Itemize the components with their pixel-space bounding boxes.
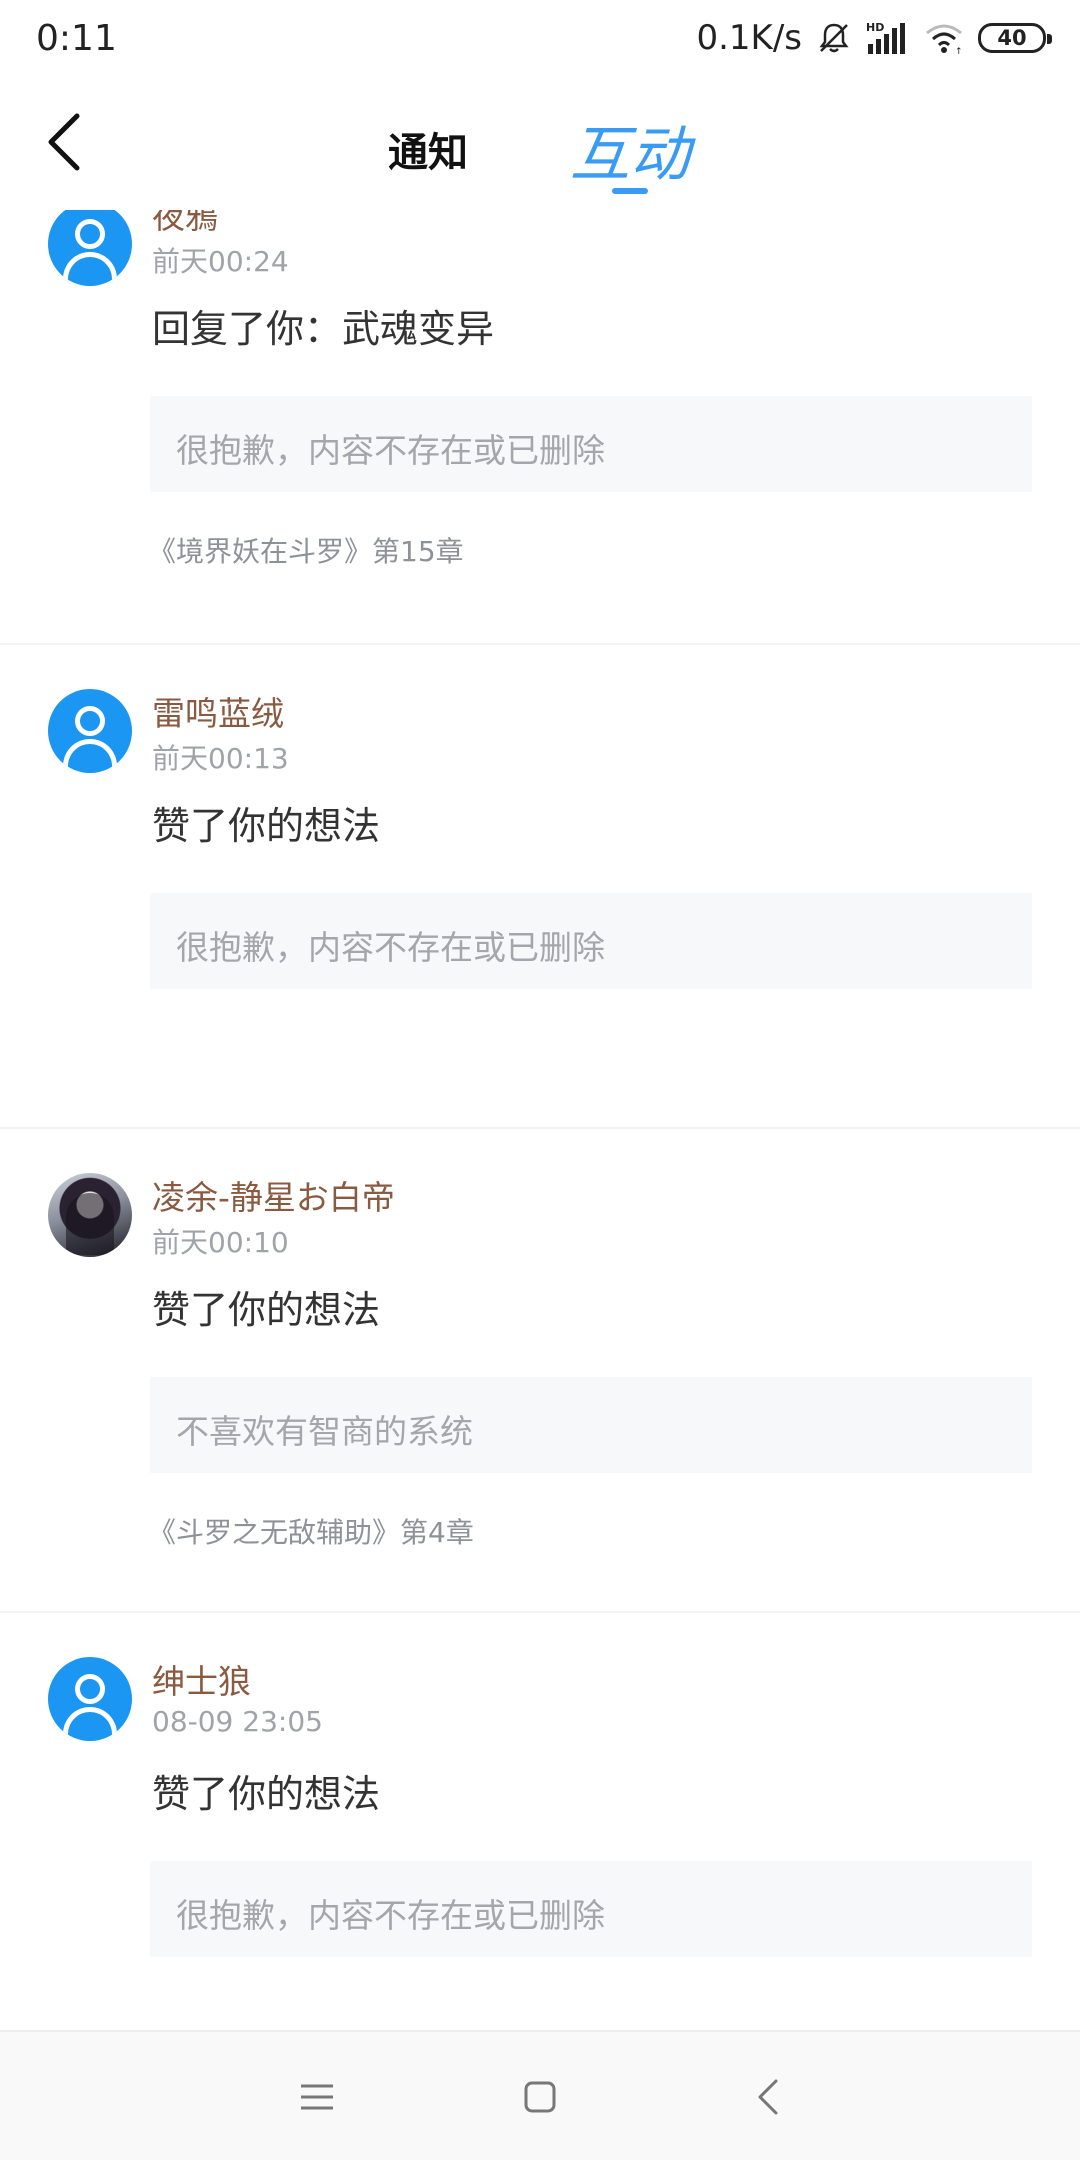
list-item[interactable]: 绅士狼 08-09 23:05 赞了你的想法 很抱歉，内容不存在或已删除 [0,1613,1080,2030]
user-icon-body [63,739,117,773]
username[interactable]: 绅士狼 [152,1655,251,1703]
username[interactable]: 凌余-静星お白帝 [152,1171,395,1219]
notification-list[interactable]: 夜鴉 前天00:24 回复了你：武魂变异 很抱歉，内容不存在或已删除 《境界妖在… [0,210,1080,2030]
timestamp: 前天00:13 [152,742,289,775]
active-tab-indicator [612,188,648,194]
menu-icon [301,2084,333,2110]
quote-text: 很抱歉，内容不存在或已删除 [176,1896,605,1935]
username[interactable]: 夜鴉 [152,210,218,238]
quote-text: 很抱歉，内容不存在或已删除 [176,431,605,470]
avatar[interactable] [48,210,132,286]
menu-button[interactable] [287,2067,347,2127]
network-speed: 0.1K/s [696,18,802,58]
back-arrow-icon [758,2079,778,2115]
chevron-left-icon [48,113,80,171]
list-item[interactable]: 雷鸣蓝绒 前天00:13 赞了你的想法 很抱歉，内容不存在或已删除 [0,645,1080,1129]
quote-text: 不喜欢有智商的系统 [176,1412,473,1451]
tab-interact[interactable]: 互动 [570,106,690,193]
svg-text:HD: HD [866,21,884,34]
action-text: 赞了你的想法 [152,804,381,848]
status-bar: 0:11 0.1K/s HD ↑ 40 [0,0,1080,80]
user-icon-body [63,252,117,286]
quoted-content[interactable]: 很抱歉，内容不存在或已删除 [150,1861,1032,1957]
user-icon-body [63,1707,117,1741]
avatar[interactable] [48,1657,132,1741]
avatar[interactable] [48,689,132,773]
timestamp: 前天00:24 [152,245,289,278]
source-link[interactable]: 《斗罗之无敌辅助》第4章 [148,1511,474,1551]
wifi-icon: ↑ [926,24,963,55]
quoted-content[interactable]: 很抱歉，内容不存在或已删除 [150,893,1032,989]
avatar[interactable] [48,1173,132,1257]
back-button[interactable] [30,102,100,182]
source-link[interactable]: 《境界妖在斗罗》第15章 [148,530,464,570]
svg-text:↑: ↑ [955,47,963,55]
timestamp: 前天00:10 [152,1226,289,1259]
home-button[interactable] [510,2067,570,2127]
system-back-button[interactable] [738,2067,798,2127]
hd-signal-icon: HD [866,21,905,54]
user-icon [75,219,105,249]
status-time: 0:11 [36,18,117,59]
user-icon [75,706,105,736]
quoted-content[interactable]: 很抱歉，内容不存在或已删除 [150,396,1032,492]
username[interactable]: 雷鸣蓝绒 [152,687,284,735]
system-nav-bar [0,2030,1080,2160]
list-item[interactable]: 夜鴉 前天00:24 回复了你：武魂变异 很抱歉，内容不存在或已删除 《境界妖在… [0,210,1080,645]
action-text: 回复了你：武魂变异 [152,307,495,351]
action-text: 赞了你的想法 [152,1288,381,1332]
timestamp: 08-09 23:05 [152,1705,323,1738]
quoted-content[interactable]: 不喜欢有智商的系统 [150,1377,1032,1473]
tab-notify[interactable]: 通知 [388,120,468,178]
quote-text: 很抱歉，内容不存在或已删除 [176,928,605,967]
status-icons: 0.1K/s HD ↑ 40 [696,16,1052,60]
user-icon [75,1674,105,1704]
action-text: 赞了你的想法 [152,1772,381,1816]
home-icon [524,2081,556,2113]
list-item[interactable]: 凌余-静星お白帝 前天00:10 赞了你的想法 不喜欢有智商的系统 《斗罗之无敌… [0,1129,1080,1613]
bell-off-icon [819,23,849,53]
header: 通知 互动 [0,80,1080,210]
battery-icon: 40 [978,23,1052,53]
